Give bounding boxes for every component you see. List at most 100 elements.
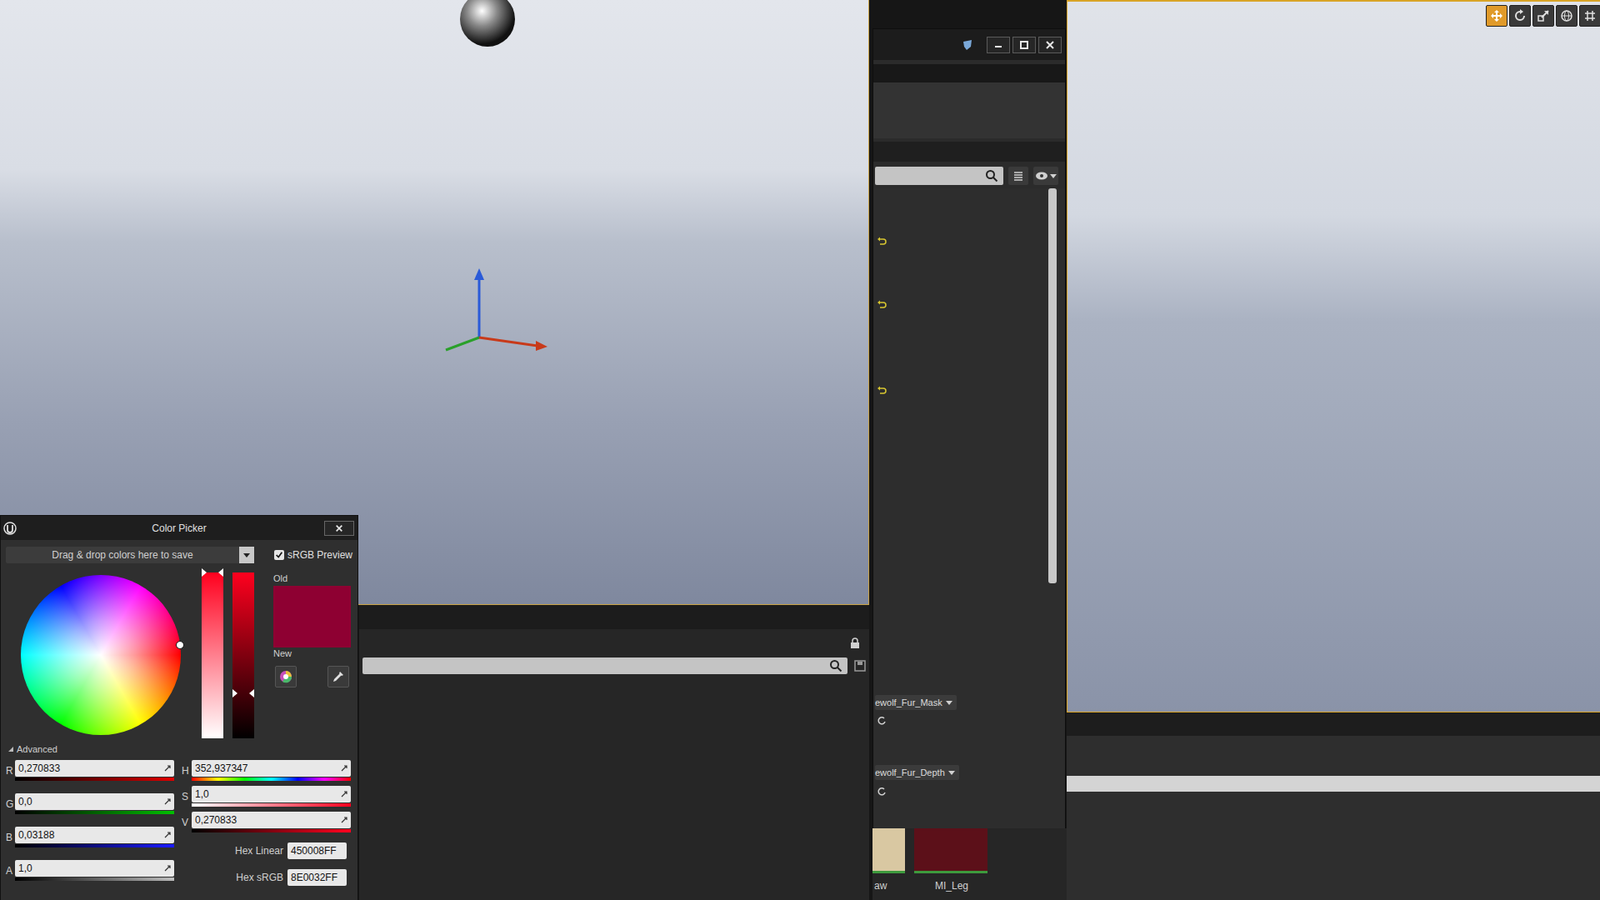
channel-gradient xyxy=(15,810,175,815)
close-button[interactable] xyxy=(324,520,355,536)
reset-circle-icon[interactable] xyxy=(876,786,887,797)
hsv-input[interactable]: 352,937347 xyxy=(191,760,351,777)
dropdown-arrow-icon xyxy=(948,769,955,776)
dropdown-arrow-icon xyxy=(1050,172,1057,180)
close-button[interactable] xyxy=(1038,36,1062,54)
slider-marker[interactable] xyxy=(201,568,207,577)
wheel-mode-button[interactable] xyxy=(275,665,297,688)
channel-field-row: A1,0 xyxy=(5,860,175,894)
property-row xyxy=(875,298,1049,312)
panel-header xyxy=(359,605,870,630)
slider-marker[interactable] xyxy=(249,689,255,698)
check-icon xyxy=(275,550,284,560)
property-row: ewolf_Fur_Depth xyxy=(875,765,1049,780)
channel-input[interactable]: 0,0 xyxy=(15,793,175,810)
preview-bottom-panel xyxy=(1066,712,1600,900)
checkbox[interactable] xyxy=(274,550,285,560)
reset-circle-icon[interactable] xyxy=(876,715,887,726)
saved-colors-dropdown[interactable]: Drag & drop colors here to save xyxy=(5,546,255,564)
srgb-preview-checkbox[interactable]: sRGB Preview xyxy=(274,549,353,561)
channel-input[interactable]: 0,03188 xyxy=(15,826,175,844)
hsv-gradient xyxy=(191,829,351,833)
details-window: ewolf_Fur_Mask ewolf_Fur_Depth xyxy=(872,28,1066,830)
toolbar-button[interactable] xyxy=(1509,5,1531,27)
content-browser: awMI_Leg xyxy=(872,828,1067,900)
slider-marker[interactable] xyxy=(232,689,238,698)
window-icon xyxy=(961,39,974,51)
search-icon[interactable] xyxy=(829,659,843,673)
color-wheel[interactable] xyxy=(20,575,181,735)
grid-snap-icon xyxy=(1583,9,1597,23)
timeline-strip[interactable] xyxy=(1066,775,1600,792)
spin-arrows-icon[interactable] xyxy=(164,865,171,872)
asset-tile[interactable]: MI_Leg xyxy=(914,828,988,900)
minimize-button[interactable] xyxy=(986,36,1010,54)
asset-dropdown[interactable]: ewolf_Fur_Depth xyxy=(875,765,960,780)
hsv-field-row: S1,0 xyxy=(181,785,351,812)
toolbar-button[interactable] xyxy=(1579,5,1600,27)
color-picker-window: Color Picker Drag & drop colors here to s… xyxy=(0,515,359,900)
dropdown-arrow-icon xyxy=(945,699,953,706)
move-icon xyxy=(1490,9,1504,23)
transform-gizmo-icon[interactable] xyxy=(437,266,555,367)
property-row xyxy=(875,785,1049,799)
scale-icon xyxy=(1536,9,1550,23)
color-swatch xyxy=(273,585,351,648)
view-options-button[interactable] xyxy=(1008,166,1029,185)
spin-arrows-icon[interactable] xyxy=(340,765,348,772)
spin-arrows-icon[interactable] xyxy=(164,798,171,805)
scrollbar-thumb[interactable] xyxy=(1048,188,1057,584)
sky-sphere-icon[interactable] xyxy=(458,0,517,49)
color-slider[interactable] xyxy=(201,572,224,739)
channel-input[interactable]: 0,270833 xyxy=(15,760,175,777)
asset-dropdown[interactable]: ewolf_Fur_Mask xyxy=(875,695,957,710)
old-color xyxy=(273,585,351,617)
spin-arrows-icon[interactable] xyxy=(340,816,348,824)
channel-field-row: R0,270833 xyxy=(5,760,175,794)
details-search-field[interactable] xyxy=(875,166,1004,185)
color-slider[interactable] xyxy=(232,572,255,739)
spin-arrows-icon[interactable] xyxy=(164,831,171,839)
property-row xyxy=(875,235,1049,249)
list-view-icon xyxy=(1012,170,1025,182)
hex-input[interactable]: 450008FF xyxy=(287,842,347,860)
asset-preview-viewport[interactable] xyxy=(1066,0,1600,713)
window-title-bar[interactable]: Color Picker xyxy=(0,515,358,540)
reset-to-default-icon[interactable] xyxy=(876,300,887,310)
spin-arrows-icon[interactable] xyxy=(340,790,348,798)
maximize-button[interactable] xyxy=(1012,36,1036,54)
reset-to-default-icon[interactable] xyxy=(876,236,887,247)
hex-input[interactable]: 8E0032FF xyxy=(287,869,347,886)
property-row xyxy=(875,384,1049,398)
search-field[interactable] xyxy=(362,657,848,675)
toolbar-button[interactable] xyxy=(1555,5,1578,27)
slider-marker[interactable] xyxy=(218,568,224,577)
eyedropper-button[interactable] xyxy=(327,665,350,688)
channel-input[interactable]: 1,0 xyxy=(15,860,175,877)
toolbar-button[interactable] xyxy=(1532,5,1555,27)
window-title-bar[interactable] xyxy=(873,29,1065,60)
lock-icon[interactable] xyxy=(849,637,861,650)
advanced-expander[interactable]: Advanced xyxy=(0,743,358,755)
reset-to-default-icon[interactable] xyxy=(876,385,887,396)
minimize-icon xyxy=(993,40,1004,50)
color-wheel-icon xyxy=(279,670,293,684)
hsv-input[interactable]: 1,0 xyxy=(191,785,351,803)
scrollbar[interactable] xyxy=(1048,188,1057,830)
hsv-field-row: V0,270833 xyxy=(181,811,351,838)
wheel-marker[interactable] xyxy=(175,640,185,650)
unreal-logo-icon xyxy=(3,521,17,535)
eyedropper-icon xyxy=(331,670,345,684)
toolbar-button[interactable] xyxy=(1485,5,1508,27)
visibility-button[interactable] xyxy=(1033,166,1059,185)
viewport-toolbar xyxy=(1485,5,1600,27)
new-color xyxy=(273,616,351,648)
save-icon[interactable] xyxy=(854,660,866,672)
eye-icon xyxy=(1035,170,1049,181)
asset-tile[interactable]: aw xyxy=(872,828,905,900)
spin-arrows-icon[interactable] xyxy=(164,765,171,772)
hsv-input[interactable]: 0,270833 xyxy=(191,811,351,829)
search-icon[interactable] xyxy=(985,169,999,183)
close-icon xyxy=(1045,40,1055,50)
hex-field-row: Hex Linear450008FF xyxy=(181,837,351,865)
